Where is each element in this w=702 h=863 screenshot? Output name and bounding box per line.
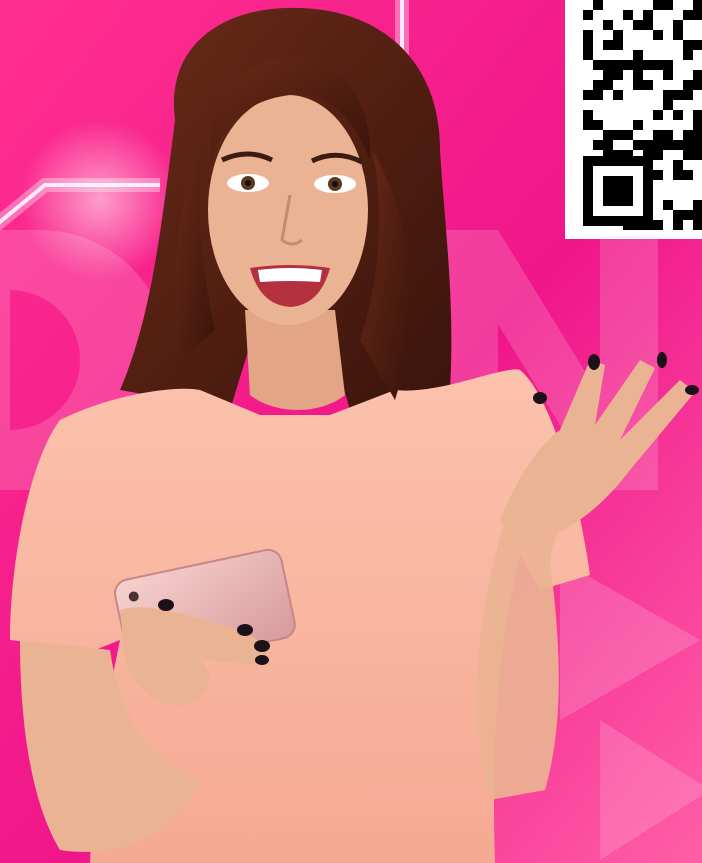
neck	[245, 310, 345, 410]
qr-module	[653, 30, 663, 40]
qr-module	[673, 90, 683, 100]
qr-module	[583, 50, 593, 60]
qr-module	[683, 150, 693, 160]
qr-module	[593, 60, 603, 70]
qr-module	[693, 130, 702, 140]
qr-module	[603, 140, 613, 150]
qr-module	[603, 130, 613, 140]
qr-module	[613, 30, 623, 40]
qr-module	[693, 10, 702, 20]
qr-module	[583, 120, 593, 130]
qr-module	[693, 80, 702, 90]
qr-module	[633, 70, 643, 80]
qr-module	[673, 160, 683, 170]
qr-module	[683, 10, 693, 20]
qr-module	[613, 40, 623, 50]
qr-module	[683, 50, 693, 60]
qr-module	[683, 80, 693, 90]
qr-module	[633, 20, 643, 30]
qr-module	[603, 20, 613, 30]
qr-module	[653, 150, 663, 160]
qr-module	[683, 90, 693, 100]
qr-module	[683, 210, 693, 220]
qr-module	[683, 140, 693, 150]
qr-module	[653, 140, 663, 150]
qr-module	[693, 150, 702, 160]
qr-module	[673, 30, 683, 40]
qr-module	[603, 60, 613, 70]
qr-module	[693, 110, 702, 120]
qr-module	[683, 40, 693, 50]
qr-module	[643, 60, 653, 70]
qr-module	[653, 110, 663, 120]
qr-module	[623, 10, 633, 20]
qr-module	[633, 80, 643, 90]
qr-module	[653, 170, 663, 180]
qr-code[interactable]	[565, 0, 702, 239]
qr-module	[583, 40, 593, 50]
qr-module	[663, 200, 673, 210]
qr-finder-pattern	[603, 176, 633, 206]
qr-module	[663, 70, 673, 80]
qr-module	[593, 0, 603, 10]
qr-module	[593, 120, 603, 130]
qr-module	[643, 80, 653, 90]
qr-module	[583, 90, 593, 100]
qr-module	[673, 220, 683, 230]
qr-module	[653, 0, 663, 10]
qr-module	[603, 40, 613, 50]
qr-module	[613, 90, 623, 100]
qr-module	[673, 110, 683, 120]
qr-module	[693, 220, 702, 230]
qr-module	[603, 70, 613, 80]
qr-module	[593, 140, 603, 150]
qr-module	[583, 110, 593, 120]
qr-module	[593, 80, 603, 90]
qr-module	[583, 30, 593, 40]
qr-module	[693, 70, 702, 80]
qr-module	[613, 60, 623, 70]
qr-module	[693, 40, 702, 50]
qr-module	[663, 140, 673, 150]
qr-module	[683, 170, 693, 180]
qr-module	[663, 90, 673, 100]
qr-module	[663, 130, 673, 140]
qr-module	[673, 170, 683, 180]
qr-module	[673, 140, 683, 150]
qr-module	[633, 120, 643, 130]
qr-module	[663, 60, 673, 70]
qr-module	[673, 210, 683, 220]
qr-module	[693, 140, 702, 150]
qr-module	[693, 210, 702, 220]
promo-banner	[0, 0, 702, 863]
qr-module	[623, 60, 633, 70]
qr-module	[653, 60, 663, 70]
qr-module	[693, 0, 702, 10]
qr-module	[673, 20, 683, 30]
qr-module	[613, 70, 623, 80]
qr-module	[633, 60, 643, 70]
qr-module	[693, 200, 702, 210]
qr-module	[623, 130, 633, 140]
qr-module	[653, 130, 663, 140]
qr-pattern	[583, 0, 702, 230]
qr-module	[663, 100, 673, 110]
qr-module	[643, 10, 653, 20]
qr-module	[643, 140, 653, 150]
qr-module	[693, 120, 702, 130]
qr-module	[683, 130, 693, 140]
qr-module	[643, 20, 653, 30]
qr-module	[633, 140, 643, 150]
qr-module	[613, 130, 623, 140]
qr-module	[663, 0, 673, 10]
qr-module	[593, 90, 603, 100]
qr-module	[633, 50, 643, 60]
qr-module	[653, 220, 663, 230]
qr-module	[583, 10, 593, 20]
qr-module	[603, 80, 613, 90]
